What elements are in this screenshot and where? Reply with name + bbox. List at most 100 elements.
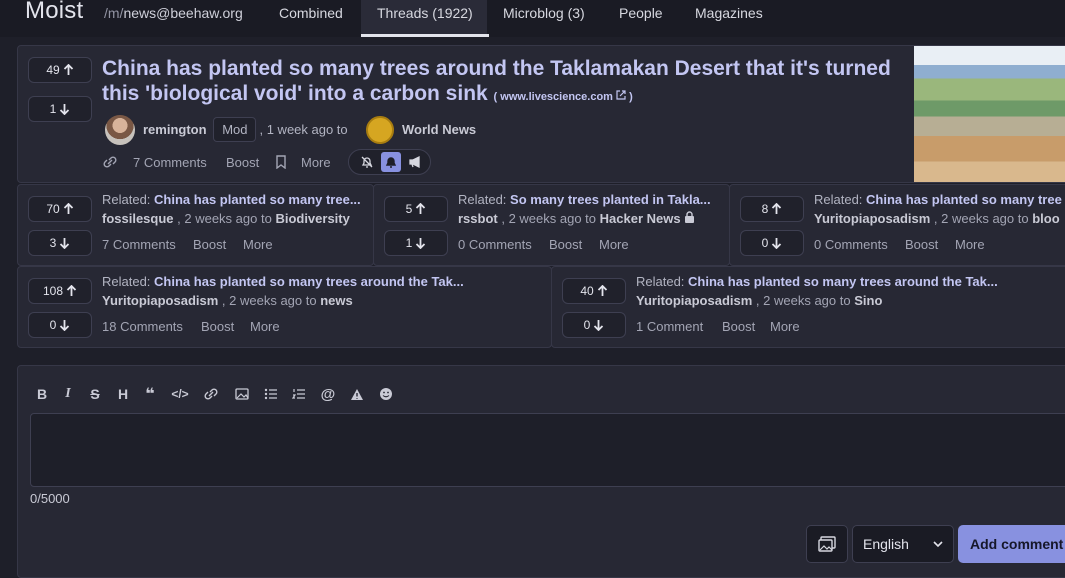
related-prefix: Related:	[102, 192, 155, 207]
related-downvote-button[interactable]: 1	[384, 230, 448, 256]
tab-people[interactable]: People	[619, 5, 663, 21]
related-comments-link[interactable]: 0 Comments	[458, 237, 532, 252]
attach-image-button[interactable]	[806, 525, 848, 563]
related-upvote-button[interactable]: 70	[28, 196, 92, 222]
related-magazine[interactable]: bloo	[1032, 211, 1059, 226]
related-more-button[interactable]: More	[250, 319, 280, 334]
related-upvote-button[interactable]: 8	[740, 196, 804, 222]
related-more-button[interactable]: More	[599, 237, 629, 252]
related-meta: Yuritopiaposadism , 2 weeks ago to bloo	[814, 211, 1065, 226]
related-upvote-button[interactable]: 40	[562, 278, 626, 304]
related-magazine[interactable]: Biodiversity	[275, 211, 349, 226]
related-comments-link[interactable]: 1 Comment	[636, 319, 703, 334]
related-title[interactable]: Related: China has planted so many trees…	[636, 274, 1065, 289]
mute-bell-icon[interactable]	[357, 152, 377, 172]
related-magazine[interactable]: news	[320, 293, 353, 308]
bold-icon[interactable]: B	[32, 385, 52, 403]
magazine-link[interactable]: World News	[402, 122, 476, 137]
related-boost-button[interactable]: Boost	[193, 237, 226, 252]
related-downvote-button[interactable]: 0	[562, 312, 626, 338]
related-author[interactable]: Yuritopiaposadism	[636, 293, 752, 308]
add-comment-button[interactable]: Add comment	[958, 525, 1065, 563]
code-icon[interactable]: </>	[170, 385, 190, 403]
bell-icon[interactable]	[381, 152, 401, 172]
related-prefix: Related:	[102, 274, 155, 289]
tab-combined[interactable]: Combined	[279, 5, 343, 21]
external-link-icon	[616, 90, 626, 100]
related-more-button[interactable]: More	[770, 319, 800, 334]
more-button[interactable]: More	[301, 155, 331, 170]
numbered-list-icon[interactable]	[289, 385, 309, 403]
thread-domain-text: ( www.livescience.com	[493, 91, 617, 103]
related-boost-button[interactable]: Boost	[722, 319, 755, 334]
spoiler-icon[interactable]	[347, 385, 367, 403]
related-author[interactable]: Yuritopiaposadism	[814, 211, 930, 226]
related-upvote-button[interactable]: 108	[28, 278, 92, 304]
arrow-down-icon	[60, 104, 70, 115]
strikethrough-icon[interactable]: S	[85, 385, 105, 403]
megaphone-icon[interactable]	[405, 152, 425, 172]
downvote-button[interactable]: 1	[28, 96, 92, 122]
author-avatar[interactable]	[105, 115, 135, 145]
downvote-count: 1	[49, 102, 57, 116]
bookmark-icon[interactable]	[275, 155, 287, 169]
thread-domain[interactable]: ( www.livescience.com )	[493, 90, 633, 103]
comments-link[interactable]: 7 Comments	[133, 155, 207, 170]
link-icon[interactable]	[201, 385, 221, 403]
upvote-count: 49	[46, 63, 60, 77]
globe-icon[interactable]	[366, 116, 394, 144]
upvote-button[interactable]: 49	[28, 57, 92, 83]
related-title-text: China has planted so many tree	[866, 192, 1062, 207]
related-title[interactable]: Related: China has planted so many tree.…	[102, 192, 370, 207]
related-comments-link[interactable]: 0 Comments	[814, 237, 888, 252]
related-title[interactable]: Related: China has planted so many trees…	[102, 274, 542, 289]
image-icon[interactable]	[232, 385, 252, 403]
language-select[interactable]: English	[852, 525, 954, 563]
mod-badge: Mod	[213, 117, 257, 142]
related-title[interactable]: Related: China has planted so many tree	[814, 192, 1065, 207]
magazine-breadcrumb[interactable]: /m/news@beehaw.org	[104, 5, 243, 21]
related-boost-button[interactable]: Boost	[549, 237, 582, 252]
related-downvote-count: 3	[49, 236, 57, 250]
mention-icon[interactable]: @	[318, 385, 338, 403]
thread-thumbnail[interactable]	[914, 46, 1065, 182]
related-title[interactable]: Related: So many trees planted in Takla.…	[458, 192, 726, 207]
related-more-button[interactable]: More	[243, 237, 273, 252]
italic-icon[interactable]: I	[58, 385, 78, 403]
tab-threads[interactable]: Threads (1922)	[361, 5, 489, 37]
thread-domain-close: )	[629, 91, 633, 103]
related-upvote-count: 70	[46, 202, 60, 216]
related-comments-link[interactable]: 18 Comments	[102, 319, 183, 334]
emoji-icon[interactable]	[376, 385, 396, 403]
tab-microblog[interactable]: Microblog (3)	[503, 5, 585, 21]
author-name[interactable]: remington	[143, 122, 207, 137]
heading-icon[interactable]: H	[113, 385, 133, 403]
related-upvote-button[interactable]: 5	[384, 196, 448, 222]
related-boost-button[interactable]: Boost	[201, 319, 234, 334]
related-author[interactable]: Yuritopiaposadism	[102, 293, 218, 308]
magazine-name: World News	[402, 122, 477, 137]
related-comments-link[interactable]: 7 Comments	[102, 237, 176, 252]
related-downvote-button[interactable]: 0	[740, 230, 804, 256]
related-magazine[interactable]: Hacker News	[600, 211, 681, 226]
quote-icon[interactable]: ❝	[140, 385, 160, 403]
bullet-list-icon[interactable]	[261, 385, 281, 403]
related-more-button[interactable]: More	[955, 237, 985, 252]
arrow-down-icon	[60, 238, 70, 249]
thread-title[interactable]: China has planted so many trees around t…	[102, 56, 902, 110]
related-downvote-button[interactable]: 3	[28, 230, 92, 256]
tab-magazines[interactable]: Magazines	[695, 5, 763, 21]
related-author[interactable]: fossilesque	[102, 211, 174, 226]
related-boost-button[interactable]: Boost	[905, 237, 938, 252]
arrow-up-icon	[63, 203, 73, 214]
related-downvote-count: 0	[49, 318, 57, 332]
related-magazine[interactable]: Sino	[854, 293, 882, 308]
boost-button[interactable]: Boost	[226, 155, 259, 170]
related-author[interactable]: rssbot	[458, 211, 498, 226]
site-brand[interactable]: Moist	[25, 0, 83, 25]
related-title-text: China has planted so many tree...	[154, 192, 361, 207]
link-icon[interactable]	[102, 155, 118, 169]
comment-textarea[interactable]	[30, 413, 1065, 487]
breadcrumb-prefix: /m/	[104, 5, 124, 21]
related-downvote-button[interactable]: 0	[28, 312, 92, 338]
